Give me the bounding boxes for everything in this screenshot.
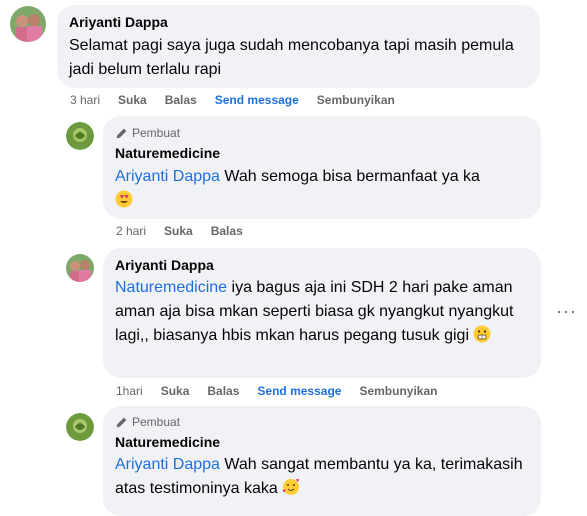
avatar[interactable]	[10, 6, 46, 42]
hearts-face-emoji-icon	[282, 479, 300, 495]
author-badge-label: Pembuat	[132, 415, 181, 429]
send-message-button[interactable]: Send message	[215, 93, 299, 107]
page-logo-icon	[66, 122, 94, 150]
comment-author[interactable]: Naturemedicine	[115, 433, 529, 451]
more-options-icon[interactable]: ···	[556, 302, 577, 320]
comment-text: Ariyanti Dappa Wah semoga bisa bermanfaa…	[115, 165, 529, 213]
comment-text: Naturemedicine iya bagus aja ini SDH 2 h…	[115, 276, 529, 348]
like-button[interactable]: Suka	[161, 384, 190, 398]
comment-time[interactable]: 1hari	[116, 384, 143, 398]
user-photo-icon	[10, 6, 46, 42]
comment-bubble: Pembuat Naturemedicine Ariyanti Dappa Wa…	[103, 116, 541, 219]
reply-button[interactable]: Balas	[211, 224, 243, 238]
comment-bubble: Ariyanti Dappa Selamat pagi saya juga su…	[57, 5, 540, 88]
comment-author[interactable]: Naturemedicine	[115, 144, 529, 162]
hide-button[interactable]: Sembunyikan	[359, 384, 437, 398]
comment-text: Ariyanti Dappa Wah sangat membantu ya ka…	[115, 453, 529, 501]
heart-eyes-emoji-icon	[115, 190, 133, 208]
pencil-icon	[116, 417, 127, 427]
reply-button[interactable]: Balas	[165, 93, 197, 107]
user-photo-icon	[66, 254, 94, 282]
pencil-icon	[116, 128, 127, 138]
comment-actions: 1hari Suka Balas Send message Sembunyika…	[116, 384, 455, 398]
comment-actions: 3 hari Suka Balas Send message Sembunyik…	[70, 93, 413, 107]
hide-button[interactable]: Sembunyikan	[317, 93, 395, 107]
page-logo-icon	[66, 413, 94, 441]
comment-bubble: Ariyanti Dappa Naturemedicine iya bagus …	[103, 248, 541, 378]
author-badge-label: Pembuat	[132, 126, 181, 140]
comment-author[interactable]: Ariyanti Dappa	[69, 13, 528, 31]
grimace-emoji-icon	[473, 325, 491, 343]
avatar[interactable]	[66, 254, 94, 282]
avatar[interactable]	[66, 413, 94, 441]
avatar[interactable]	[66, 122, 94, 150]
mention-link[interactable]: Ariyanti Dappa	[115, 456, 220, 473]
comment-time[interactable]: 2 hari	[116, 224, 146, 238]
like-button[interactable]: Suka	[118, 93, 147, 107]
author-badge: Pembuat	[115, 414, 529, 430]
like-button[interactable]: Suka	[164, 224, 193, 238]
mention-link[interactable]: Ariyanti Dappa	[115, 168, 220, 185]
comment-text: Selamat pagi saya juga sudah mencobanya …	[69, 37, 514, 78]
comment-author[interactable]: Ariyanti Dappa	[115, 256, 529, 274]
reply-button[interactable]: Balas	[207, 384, 239, 398]
author-badge: Pembuat	[115, 125, 529, 141]
send-message-button[interactable]: Send message	[257, 384, 341, 398]
comment-time[interactable]: 3 hari	[70, 93, 100, 107]
comment-actions: 2 hari Suka Balas	[116, 224, 261, 238]
comment-body: Wah semoga bisa bermanfaat ya ka	[219, 168, 480, 185]
mention-link[interactable]: Naturemedicine	[115, 279, 227, 296]
